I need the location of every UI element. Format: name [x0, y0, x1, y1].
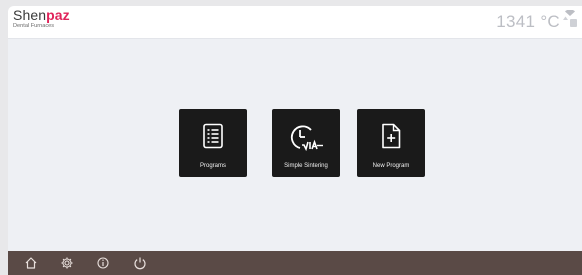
new-program-tile[interactable]: New Program: [357, 109, 425, 177]
logo-subtitle: Dental Furnaces: [13, 23, 55, 29]
new-document-icon: [357, 119, 425, 153]
list-document-icon: [179, 119, 247, 153]
programs-label: Programs: [199, 163, 226, 169]
top-bar: Shenpaz Dental Furnaces 1341 °C: [8, 6, 582, 39]
programs-tile[interactable]: Programs: [179, 109, 247, 177]
simple-sintering-label: Simple Sintering: [284, 163, 328, 169]
info-icon[interactable]: [96, 256, 110, 270]
wifi-icon: [563, 9, 577, 27]
bottom-nav-bar: [8, 251, 582, 275]
settings-gear-icon[interactable]: [60, 256, 74, 270]
temperature-readout: 1341 °C: [496, 12, 560, 31]
thermometer-icon: [563, 16, 568, 20]
logo-name-part1: Shen: [13, 7, 47, 23]
home-icon[interactable]: [24, 256, 38, 270]
clock-via-icon: [272, 119, 340, 153]
new-program-label: New Program: [372, 163, 410, 169]
power-icon[interactable]: [133, 256, 147, 270]
status-icons: [561, 9, 579, 30]
logo-name-part2: paz: [46, 7, 70, 23]
furnace-screen: Shenpaz Dental Furnaces 1341 °C Programs…: [8, 6, 582, 275]
logo-wordmark: Shenpaz: [13, 8, 70, 23]
device-frame: Shenpaz Dental Furnaces 1341 °C Programs…: [0, 0, 582, 275]
simple-sintering-tile[interactable]: Simple Sintering: [272, 109, 340, 177]
shenpaz-logo: Shenpaz Dental Furnaces: [13, 8, 70, 30]
